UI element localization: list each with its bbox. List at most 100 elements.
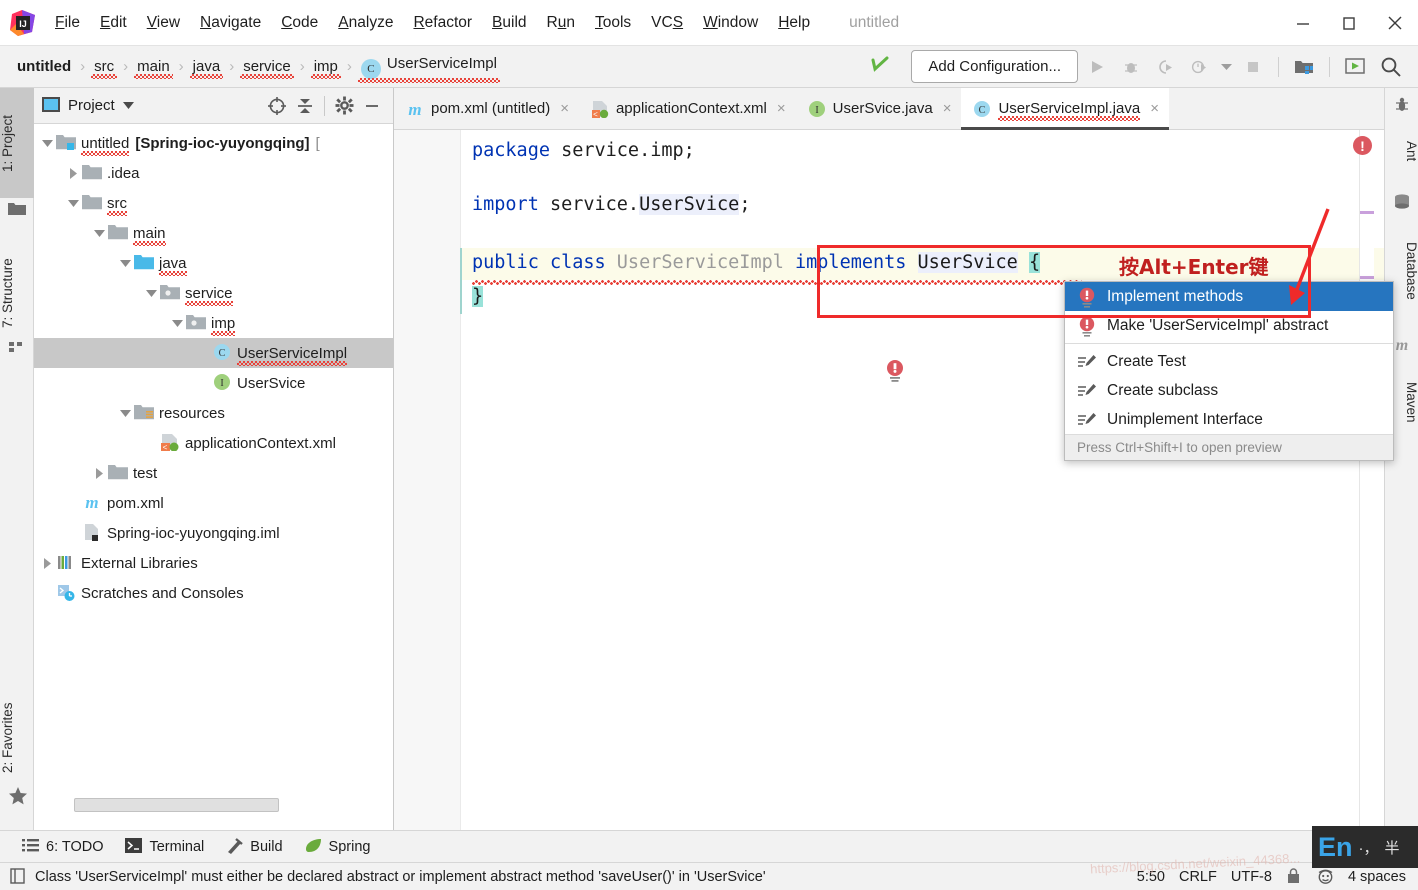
menu-item-help[interactable]: Help: [769, 10, 819, 36]
intention-item-implement-methods[interactable]: Implement methods: [1065, 282, 1393, 311]
code-editor[interactable]: 1234567 package service.imp; import serv…: [394, 130, 1384, 830]
breadcrumb-item-service[interactable]: service: [240, 58, 294, 79]
project-horizontal-scrollbar[interactable]: [74, 798, 279, 812]
editor-gutter[interactable]: [394, 130, 460, 830]
intention-item-create-subclass[interactable]: Create subclass: [1065, 376, 1393, 405]
chevron-right-icon[interactable]: [38, 554, 56, 572]
ime-halfwidth-icon[interactable]: 半: [1385, 837, 1400, 858]
minimize-button[interactable]: [1280, 0, 1326, 46]
breadcrumb-item-java[interactable]: java: [189, 58, 224, 79]
tree-node-pom-xml[interactable]: m pom.xml: [34, 488, 393, 518]
sidebar-item-favorites[interactable]: 2: Favorites: [0, 673, 34, 803]
lock-icon[interactable]: [1286, 868, 1303, 885]
intention-item-make-userserviceimpl-abstract[interactable]: Make 'UserServiceImpl' abstract: [1065, 311, 1393, 340]
intention-actions-popup[interactable]: Implement methods Make 'UserServiceImpl' …: [1064, 281, 1394, 461]
maximize-button[interactable]: [1326, 0, 1372, 46]
tree-node-resources[interactable]: resources: [34, 398, 393, 428]
tree-node-src[interactable]: src: [34, 188, 393, 218]
menu-item-vcs[interactable]: VCS: [642, 10, 692, 36]
add-configuration-button[interactable]: Add Configuration...: [911, 50, 1078, 83]
menu-item-view[interactable]: View: [138, 10, 189, 36]
search-everywhere-icon[interactable]: [1374, 52, 1408, 82]
breadcrumb-item-main[interactable]: main: [134, 58, 173, 79]
gear-icon[interactable]: [331, 93, 357, 119]
tree-node-userserviceimpl[interactable]: C UserServiceImpl: [34, 338, 393, 368]
sidebar-item-ant[interactable]: Ant: [1385, 118, 1418, 184]
tool-window-todo[interactable]: 6: TODO: [22, 838, 103, 855]
toggle-statusbar-icon[interactable]: [10, 868, 27, 885]
chevron-down-icon[interactable]: [116, 404, 134, 422]
sidebar-item-project[interactable]: 1: Project: [0, 88, 34, 198]
error-count-badge[interactable]: !: [1353, 136, 1372, 155]
close-icon[interactable]: ×: [777, 100, 786, 117]
update-icon[interactable]: [1340, 52, 1370, 82]
menu-item-edit[interactable]: Edit: [91, 10, 136, 36]
tree-node-usersvice[interactable]: I UserSvice: [34, 368, 393, 398]
run-with-coverage-icon[interactable]: [1150, 52, 1180, 82]
menu-item-code[interactable]: Code: [272, 10, 327, 36]
profile-icon[interactable]: [1184, 52, 1214, 82]
breadcrumb-item-src[interactable]: src: [91, 58, 118, 79]
intention-item-create-test[interactable]: Create Test: [1065, 347, 1393, 376]
intention-item-unimplement-interface[interactable]: Unimplement Interface: [1065, 405, 1393, 434]
stop-icon[interactable]: [1238, 52, 1268, 82]
run-icon[interactable]: [1082, 52, 1112, 82]
hide-icon[interactable]: [359, 93, 385, 119]
ime-language-overlay[interactable]: En ·， 半: [1312, 826, 1418, 868]
editor-tab-userserviceimpl-java[interactable]: C UserServiceImpl.java ×: [961, 88, 1170, 130]
chevron-down-icon[interactable]: [116, 254, 134, 272]
sidebar-item-structure[interactable]: 7: Structure: [0, 228, 34, 358]
stripe-mark[interactable]: [1360, 276, 1374, 279]
stripe-mark[interactable]: [1360, 211, 1374, 214]
tool-window-terminal[interactable]: Terminal: [125, 838, 204, 855]
project-structure-icon[interactable]: [1289, 52, 1319, 82]
editor-tab-pom-xml-untitled-[interactable]: m pom.xml (untitled) ×: [394, 88, 579, 129]
close-icon[interactable]: ×: [1150, 100, 1159, 117]
file-encoding[interactable]: UTF-8: [1231, 869, 1272, 885]
error-bulb-icon[interactable]: [884, 359, 904, 382]
debug-icon[interactable]: [1116, 52, 1146, 82]
menu-item-file[interactable]: File: [46, 10, 89, 36]
tree-node-spring-ioc-yuyongqing-iml[interactable]: Spring-ioc-yuyongqing.iml: [34, 518, 393, 548]
tree-node-scratches-and-consoles[interactable]: Scratches and Consoles: [34, 578, 393, 608]
ime-punctuation-icon[interactable]: ·，: [1359, 837, 1379, 858]
chevron-down-icon[interactable]: [1218, 52, 1234, 82]
close-icon[interactable]: ×: [943, 100, 952, 117]
menu-item-build[interactable]: Build: [483, 10, 535, 36]
tree-node-external-libraries[interactable]: External Libraries: [34, 548, 393, 578]
chevron-right-icon[interactable]: [90, 464, 108, 482]
tree-node-test[interactable]: test: [34, 458, 393, 488]
locate-icon[interactable]: [264, 93, 290, 119]
error-stripe[interactable]: !: [1353, 130, 1374, 830]
chevron-down-icon[interactable]: [64, 194, 82, 212]
close-button[interactable]: [1372, 0, 1418, 46]
collapse-all-icon[interactable]: [292, 93, 318, 119]
tree-node-applicationcontext-xml[interactable]: < applicationContext.xml: [34, 428, 393, 458]
menu-item-tools[interactable]: Tools: [586, 10, 640, 36]
editor-tab-applicationcontext-xml[interactable]: < applicationContext.xml ×: [579, 88, 796, 129]
close-icon[interactable]: ×: [560, 100, 569, 117]
chevron-down-icon[interactable]: [38, 134, 56, 152]
breadcrumb-item-untitled[interactable]: untitled: [14, 58, 74, 75]
inspection-face-icon[interactable]: [1317, 868, 1334, 885]
editor-tab-usersvice-java[interactable]: I UserSvice.java ×: [796, 88, 962, 129]
menu-item-navigate[interactable]: Navigate: [191, 10, 270, 36]
tree-node-service[interactable]: service: [34, 278, 393, 308]
tree-node-java[interactable]: java: [34, 248, 393, 278]
tree-node-imp[interactable]: imp: [34, 308, 393, 338]
chevron-down-icon[interactable]: [142, 284, 160, 302]
chevron-down-icon[interactable]: [168, 314, 186, 332]
chevron-right-icon[interactable]: [64, 164, 82, 182]
tree-node-main[interactable]: main: [34, 218, 393, 248]
menu-item-refactor[interactable]: Refactor: [404, 10, 481, 36]
tool-window-build[interactable]: Build: [226, 838, 283, 855]
menu-item-analyze[interactable]: Analyze: [329, 10, 402, 36]
tool-window-spring[interactable]: Spring: [305, 838, 370, 855]
tree-node-untitled[interactable]: untitled [Spring-ioc-yuyongqing] [: [34, 128, 393, 158]
breadcrumb-item-userserviceimpl[interactable]: C UserServiceImpl: [357, 55, 500, 83]
menu-item-run[interactable]: Run: [538, 10, 584, 36]
chevron-down-icon[interactable]: [90, 224, 108, 242]
indent-setting[interactable]: 4 spaces: [1348, 869, 1406, 885]
breadcrumb-item-imp[interactable]: imp: [310, 58, 341, 79]
chevron-down-icon[interactable]: [122, 101, 134, 111]
